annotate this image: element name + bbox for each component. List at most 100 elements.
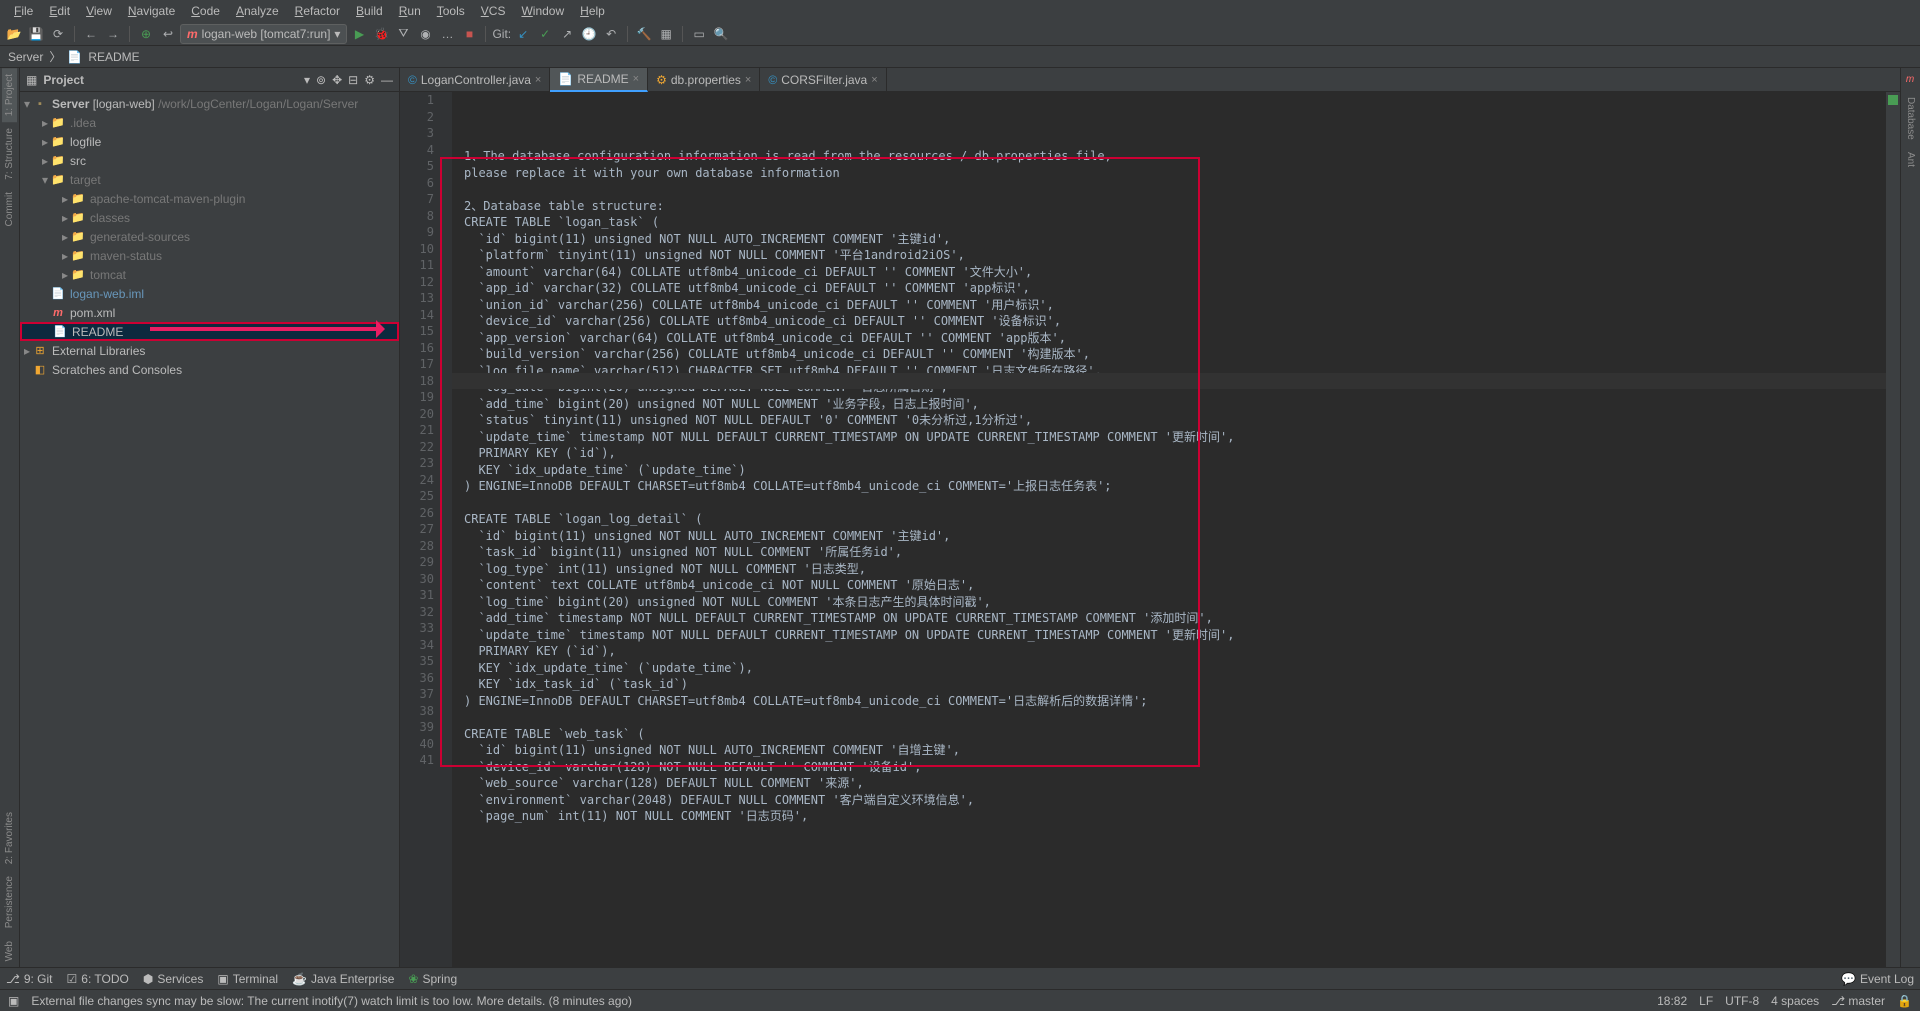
menu-refactor[interactable]: Refactor bbox=[287, 2, 348, 20]
arrow-icon[interactable]: ▸ bbox=[40, 116, 50, 130]
code-line[interactable]: `add_time` timestamp NOT NULL DEFAULT CU… bbox=[464, 610, 1886, 627]
close-icon[interactable]: × bbox=[745, 74, 751, 86]
indent[interactable]: 4 spaces bbox=[1771, 994, 1819, 1008]
code-line[interactable]: `web_source` varchar(128) DEFAULT NULL C… bbox=[464, 775, 1886, 792]
tree-target-child[interactable]: ▸ 📁 generated-sources bbox=[20, 227, 399, 246]
code-line[interactable]: 2、Database table structure: bbox=[464, 198, 1886, 215]
code-line[interactable]: `log_time` bigint(20) unsigned NOT NULL … bbox=[464, 594, 1886, 611]
code-line[interactable]: KEY `idx_update_time` (`update_time`) bbox=[464, 462, 1886, 479]
code-line[interactable]: `content` text COLLATE utf8mb4_unicode_c… bbox=[464, 577, 1886, 594]
tool-maven[interactable]: m bbox=[1903, 68, 1918, 91]
tree-idea[interactable]: ▸ 📁 .idea bbox=[20, 113, 399, 132]
structure-icon[interactable]: ▦ bbox=[656, 24, 676, 44]
code-line[interactable]: `id` bigint(11) unsigned NOT NULL AUTO_I… bbox=[464, 742, 1886, 759]
code-line[interactable]: `environment` varchar(2048) DEFAULT NULL… bbox=[464, 792, 1886, 809]
forward-icon[interactable]: → bbox=[103, 24, 123, 44]
run-config-selector[interactable]: m logan-web [tomcat7:run] ▾ bbox=[180, 24, 347, 44]
debug-icon[interactable]: 🐞 bbox=[371, 24, 391, 44]
tree-readme[interactable]: 📄 README bbox=[20, 322, 399, 341]
cursor-position[interactable]: 18:82 bbox=[1657, 994, 1687, 1008]
arrow-icon[interactable]: ▸ bbox=[60, 211, 70, 225]
code-line[interactable]: `device_id` varchar(256) COLLATE utf8mb4… bbox=[464, 313, 1886, 330]
vcs-update-icon[interactable]: ↙ bbox=[513, 24, 533, 44]
tree-iml[interactable]: 📄 logan-web.iml bbox=[20, 284, 399, 303]
code-line[interactable] bbox=[464, 181, 1886, 198]
arrow-icon[interactable]: ▸ bbox=[40, 154, 50, 168]
emulator-icon[interactable]: ▭ bbox=[689, 24, 709, 44]
tab-cors-filter[interactable]: © CORSFilter.java × bbox=[760, 68, 886, 92]
gear-icon[interactable]: ⚙ bbox=[364, 73, 375, 87]
code-line[interactable]: `amount` varchar(64) COLLATE utf8mb4_uni… bbox=[464, 264, 1886, 281]
vcs-history-icon[interactable]: 🕘 bbox=[579, 24, 599, 44]
code-line[interactable]: ) ENGINE=InnoDB DEFAULT CHARSET=utf8mb4 … bbox=[464, 478, 1886, 495]
close-icon[interactable]: × bbox=[871, 74, 877, 86]
tree-src[interactable]: ▸ 📁 src bbox=[20, 151, 399, 170]
tool-window-icon[interactable]: ▣ bbox=[8, 994, 19, 1008]
code-line[interactable]: `add_time` bigint(20) unsigned NOT NULL … bbox=[464, 396, 1886, 413]
save-icon[interactable]: 💾 bbox=[26, 24, 46, 44]
code-line[interactable]: KEY `idx_task_id` (`task_id`) bbox=[464, 676, 1886, 693]
code-line[interactable]: `device_id` varchar(128) NOT NULL DEFAUL… bbox=[464, 759, 1886, 776]
arrow-icon[interactable]: ▸ bbox=[60, 192, 70, 206]
vcs-commit-icon[interactable]: ✓ bbox=[535, 24, 555, 44]
menu-file[interactable]: File bbox=[6, 2, 41, 20]
code-line[interactable]: `app_version` varchar(64) COLLATE utf8mb… bbox=[464, 330, 1886, 347]
tree-target-child[interactable]: ▸ 📁 tomcat bbox=[20, 265, 399, 284]
tab-spring[interactable]: ❀Spring bbox=[408, 972, 457, 986]
arrow-icon[interactable]: ▸ bbox=[60, 268, 70, 282]
run-icon[interactable]: ▶ bbox=[349, 24, 369, 44]
menu-help[interactable]: Help bbox=[572, 2, 613, 20]
git-branch[interactable]: ⎇ master bbox=[1831, 994, 1885, 1008]
menu-code[interactable]: Code bbox=[183, 2, 228, 20]
code-line[interactable]: `platform` tinyint(11) unsigned NOT NULL… bbox=[464, 247, 1886, 264]
code-line[interactable]: KEY `idx_update_time` (`update_time`), bbox=[464, 660, 1886, 677]
code-line[interactable]: ) ENGINE=InnoDB DEFAULT CHARSET=utf8mb4 … bbox=[464, 693, 1886, 710]
close-icon[interactable]: × bbox=[633, 73, 639, 85]
menu-view[interactable]: View bbox=[78, 2, 120, 20]
menu-analyze[interactable]: Analyze bbox=[228, 2, 287, 20]
open-icon[interactable]: 📂 bbox=[4, 24, 24, 44]
tree-scratches[interactable]: ◧ Scratches and Consoles bbox=[20, 360, 399, 379]
tab-terminal[interactable]: ▣Terminal bbox=[217, 972, 278, 986]
tool-commit[interactable]: Commit bbox=[2, 186, 17, 232]
breadcrumb-file[interactable]: README bbox=[88, 50, 139, 64]
arrow-icon[interactable]: ▸ bbox=[22, 344, 32, 358]
code-line[interactable]: `id` bigint(11) unsigned NOT NULL AUTO_I… bbox=[464, 528, 1886, 545]
tab-todo[interactable]: ☑6: TODO bbox=[67, 972, 129, 986]
arrow-icon[interactable]: ▸ bbox=[60, 230, 70, 244]
tree-root[interactable]: ▾ ▪ Server [logan-web] /work/LogCenter/L… bbox=[20, 94, 399, 113]
encoding[interactable]: UTF-8 bbox=[1725, 994, 1759, 1008]
code-line[interactable]: `update_time` timestamp NOT NULL DEFAULT… bbox=[464, 627, 1886, 644]
attach-icon[interactable]: … bbox=[437, 24, 457, 44]
tree-target-child[interactable]: ▸ 📁 classes bbox=[20, 208, 399, 227]
tool-ant[interactable]: Ant bbox=[1903, 146, 1918, 173]
code-line[interactable]: `page_num` int(11) NOT NULL COMMENT '日志页… bbox=[464, 808, 1886, 825]
code-line[interactable] bbox=[464, 495, 1886, 512]
line-ending[interactable]: LF bbox=[1699, 994, 1713, 1008]
code-line[interactable]: PRIMARY KEY (`id`), bbox=[464, 643, 1886, 660]
profile-icon[interactable]: ◉ bbox=[415, 24, 435, 44]
menu-tools[interactable]: Tools bbox=[429, 2, 473, 20]
add-config-icon[interactable]: ⊕ bbox=[136, 24, 156, 44]
menu-run[interactable]: Run bbox=[391, 2, 429, 20]
tab-db-properties[interactable]: ⚙ db.properties × bbox=[648, 68, 760, 92]
menu-build[interactable]: Build bbox=[348, 2, 391, 20]
vcs-rollback-icon[interactable]: ↶ bbox=[601, 24, 621, 44]
tab-readme[interactable]: 📄 README × bbox=[550, 68, 648, 92]
tree-pom[interactable]: m pom.xml bbox=[20, 303, 399, 322]
code-line[interactable]: CREATE TABLE `logan_task` ( bbox=[464, 214, 1886, 231]
tab-logan-controller[interactable]: © LoganController.java × bbox=[400, 68, 550, 92]
close-icon[interactable]: × bbox=[535, 74, 541, 86]
menu-navigate[interactable]: Navigate bbox=[120, 2, 183, 20]
tab-git[interactable]: ⎇9: Git bbox=[6, 972, 53, 986]
arrow-icon[interactable]: ▸ bbox=[60, 249, 70, 263]
arrow-icon[interactable]: ▸ bbox=[40, 135, 50, 149]
sync-icon[interactable]: ⟳ bbox=[48, 24, 68, 44]
search-icon[interactable]: 🔍 bbox=[711, 24, 731, 44]
chevron-down-icon[interactable]: ▾ bbox=[304, 73, 310, 87]
event-log[interactable]: 💬Event Log bbox=[1841, 972, 1914, 986]
tool-web[interactable]: Web bbox=[2, 935, 17, 967]
locate-icon[interactable]: ⊚ bbox=[316, 73, 326, 87]
arrow-icon[interactable]: ▾ bbox=[40, 173, 50, 187]
tool-database[interactable]: Database bbox=[1903, 91, 1918, 146]
